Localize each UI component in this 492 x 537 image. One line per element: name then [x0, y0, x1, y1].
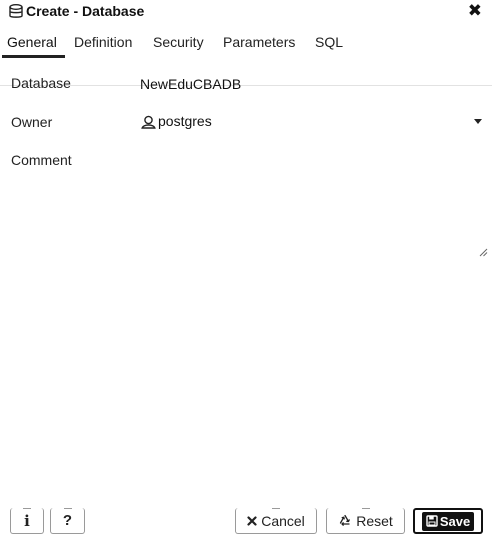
- dialog-title: Create - Database: [26, 3, 145, 19]
- tab-parameters[interactable]: Parameters: [223, 34, 295, 50]
- close-icon[interactable]: ✖: [468, 1, 482, 21]
- reset-label: Reset: [356, 512, 393, 529]
- cancel-label: Cancel: [261, 512, 305, 529]
- comment-field[interactable]: [138, 146, 490, 262]
- tab-definition[interactable]: Definition: [74, 34, 132, 50]
- user-icon: [141, 115, 156, 129]
- active-tab-indicator: [2, 55, 65, 58]
- reset-button[interactable]: Reset: [326, 508, 405, 534]
- owner-value: postgres: [158, 113, 212, 129]
- dialog-footer: i ? Cancel Reset Save: [0, 500, 492, 537]
- owner-label: Owner: [11, 114, 53, 130]
- dialog-titlebar: Create - Database ✖: [0, 0, 492, 24]
- info-button[interactable]: i: [10, 508, 44, 534]
- info-icon: i: [24, 511, 30, 530]
- save-button[interactable]: Save: [413, 508, 483, 534]
- floppy-disk-icon: [426, 515, 438, 527]
- tab-general[interactable]: General: [7, 34, 57, 50]
- tab-sql[interactable]: SQL: [315, 34, 343, 50]
- recycle-icon: [340, 514, 351, 526]
- help-button[interactable]: ?: [50, 508, 85, 534]
- help-icon: ?: [62, 512, 73, 529]
- tab-security[interactable]: Security: [153, 34, 204, 50]
- save-inner: Save: [421, 511, 475, 531]
- save-label: Save: [439, 513, 471, 529]
- tab-divider: [0, 85, 492, 86]
- tab-bar: General Definition Security Parameters S…: [0, 28, 492, 86]
- cancel-button[interactable]: Cancel: [235, 508, 317, 534]
- chevron-down-icon[interactable]: [474, 119, 482, 124]
- database-label: Database: [11, 75, 71, 91]
- resize-grip-icon[interactable]: [478, 247, 488, 257]
- owner-select[interactable]: postgres: [138, 110, 488, 134]
- comment-label: Comment: [11, 152, 72, 168]
- database-icon: [9, 4, 23, 18]
- close-icon: [247, 515, 257, 526]
- database-name-input[interactable]: NewEduCBADB: [140, 76, 241, 92]
